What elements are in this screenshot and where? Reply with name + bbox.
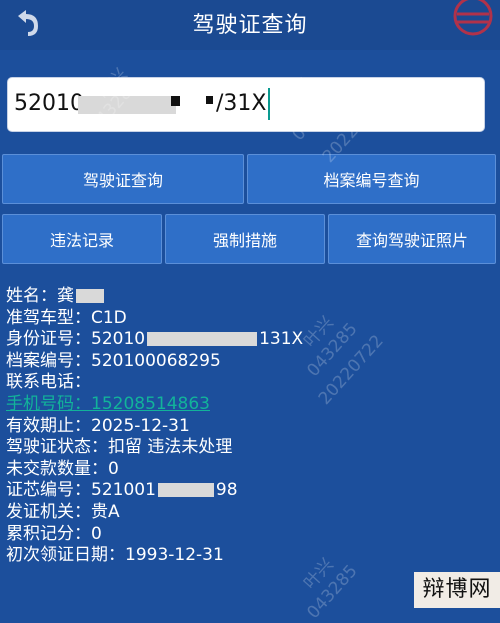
info-row-archive-number: 档案编号：520100068295: [6, 350, 221, 371]
info-row-phone: 联系电话：: [6, 372, 91, 393]
license-query-button[interactable]: 驾驶证查询: [2, 154, 244, 204]
text-caret: [268, 88, 270, 120]
info-row-name: 姓名：龚: [6, 286, 496, 308]
license-info-list: 姓名：龚 准驾车型：C1D 身份证号：52010 131X 档案编号：520100…: [6, 286, 496, 567]
id-number-input[interactable]: 52010 /31X: [7, 77, 485, 132]
id-number-value-prefix: 52010: [14, 91, 84, 116]
info-row-first-issue-date: 初次领证日期：1993-12-31: [6, 545, 224, 566]
info-row-expiry: 有效期止：2025-12-31: [6, 415, 190, 436]
info-row-status: 驾驶证状态：扣留 违法未处理: [6, 437, 233, 458]
top-bar: 驾驶证查询: [0, 0, 500, 50]
info-row-id-number: 身份证号：52010 131X: [6, 329, 304, 350]
info-row-mobile[interactable]: 手机号码：15208514863: [6, 394, 496, 416]
info-row-vehicle-class: 准驾车型：C1D: [6, 307, 127, 328]
redaction-mask: [171, 96, 180, 106]
info-row-unpaid-count: 未交款数量：0: [6, 458, 119, 479]
site-logo: 辩博网: [414, 572, 500, 608]
enforcement-measures-button[interactable]: 强制措施: [165, 214, 325, 264]
license-photo-query-button[interactable]: 查询驾驶证照片: [328, 214, 496, 264]
info-row-chip-number: 证芯编号：521001 98: [6, 480, 238, 501]
info-row-issuing-authority: 发证机关：贵A: [6, 501, 120, 522]
id-number-value-suffix: /31X: [216, 91, 267, 116]
mobile-number-link: 15208514863: [91, 393, 210, 414]
violation-records-button[interactable]: 违法记录: [2, 214, 162, 264]
globe-icon[interactable]: [448, 0, 498, 44]
info-row-points: 累积记分：0: [6, 523, 102, 544]
archive-number-query-button[interactable]: 档案编号查询: [247, 154, 496, 204]
redaction-mask: [206, 96, 213, 104]
page-title: 驾驶证查询: [192, 13, 308, 38]
